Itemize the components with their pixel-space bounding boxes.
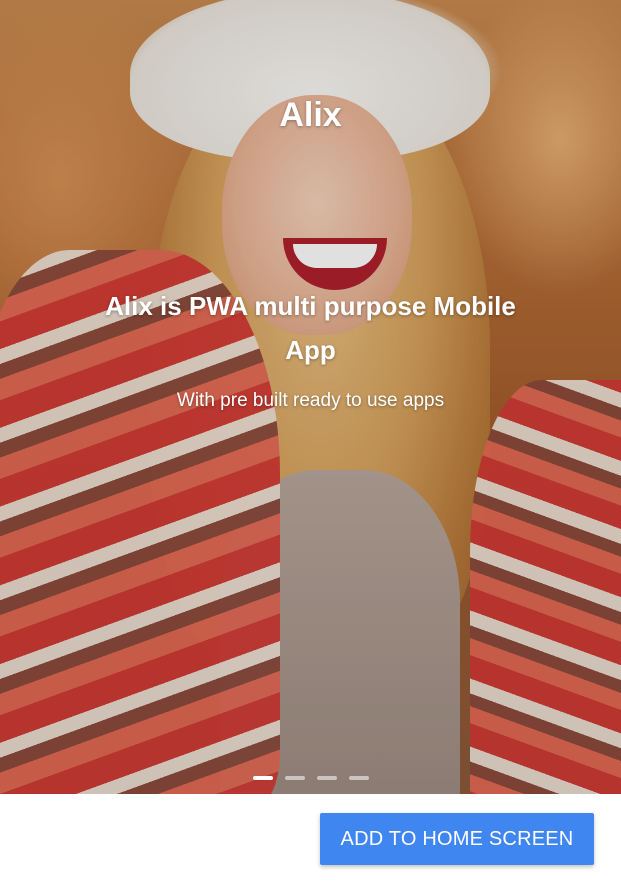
slide-pagination bbox=[0, 776, 621, 780]
onboarding-screen: Alix Alix is PWA multi purpose Mobile Ap… bbox=[0, 0, 621, 884]
add-to-home-screen-button[interactable]: ADD TO HOME SCREEN bbox=[320, 813, 594, 865]
slide-headline: Alix is PWA multi purpose Mobile App bbox=[105, 291, 516, 365]
pagination-dot-1[interactable] bbox=[252, 776, 273, 780]
slide-subtitle: With pre built ready to use apps bbox=[176, 390, 445, 411]
pagination-dot-2[interactable] bbox=[284, 776, 305, 780]
pagination-dot-3[interactable] bbox=[316, 776, 337, 780]
pagination-dot-4[interactable] bbox=[348, 776, 369, 780]
app-title: Alix bbox=[279, 96, 342, 134]
footer-bar: ADD TO HOME SCREEN bbox=[0, 794, 621, 884]
